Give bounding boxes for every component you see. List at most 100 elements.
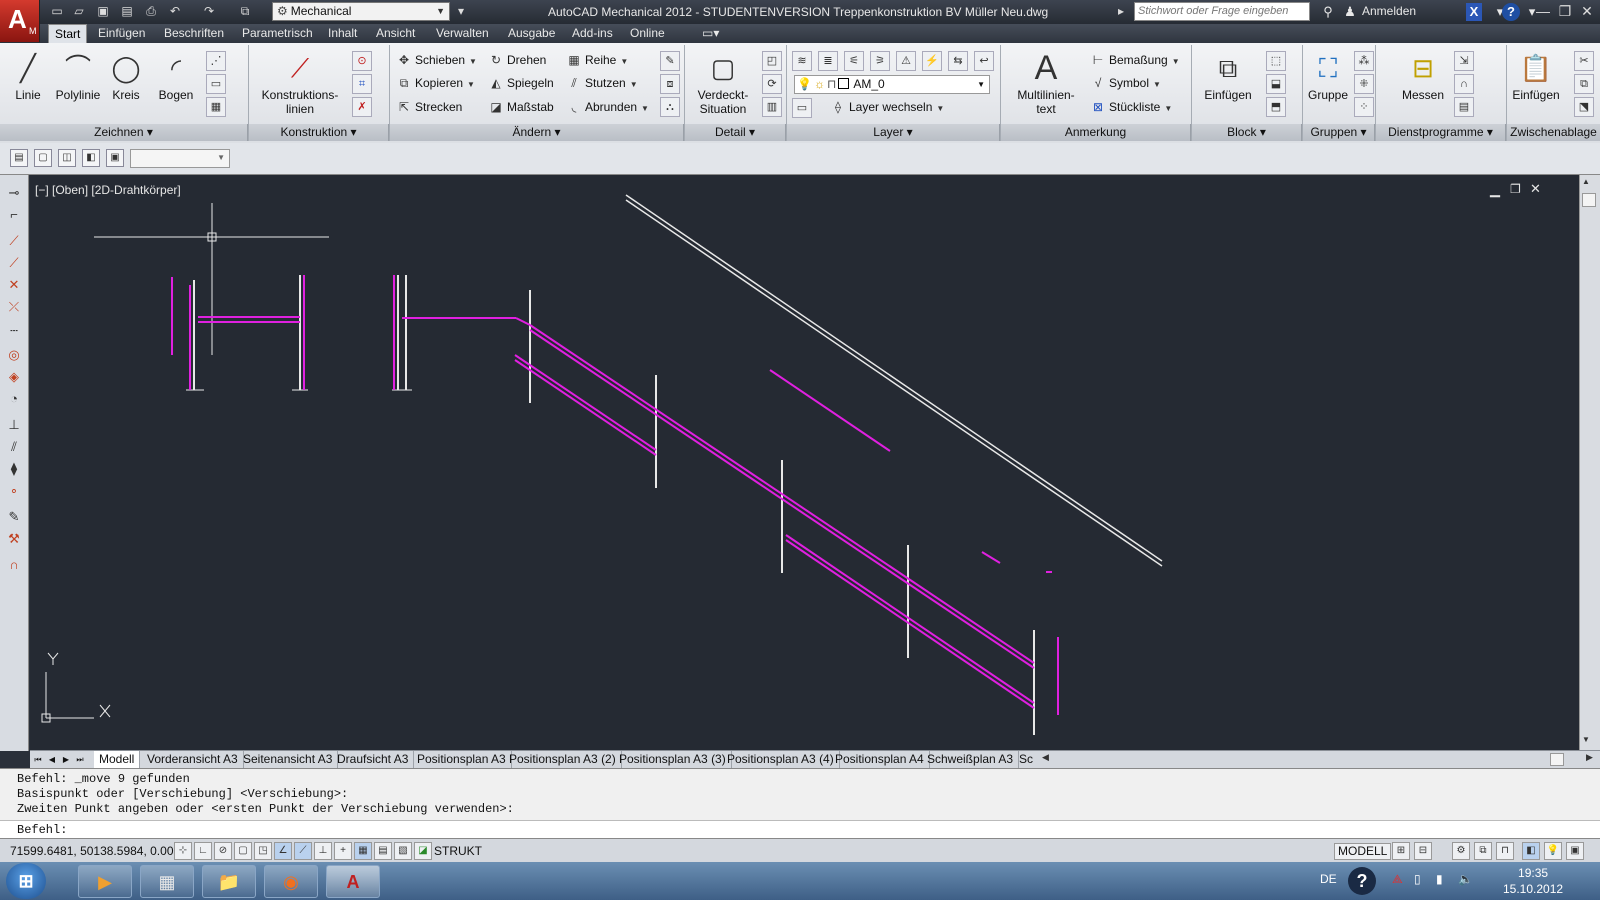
layer-off-icon[interactable]: ⚞ — [870, 51, 890, 71]
coordinate-readout[interactable]: 71599.6481, 50138.5984, 0.0000 — [10, 844, 187, 858]
layer-current-icon[interactable]: ▭ — [792, 98, 812, 118]
quick-access-menu-icon[interactable]: ▾ — [452, 3, 470, 20]
tab-positionsplan-a4[interactable]: Positionsplan A4 — [830, 751, 930, 768]
tab-verwalten[interactable]: Verwalten — [430, 24, 495, 43]
print-icon[interactable]: ⎙ — [142, 3, 160, 20]
layer-wechseln-button[interactable]: ⟠ Layer wechseln ▼ — [830, 97, 944, 117]
layer-state-icon[interactable]: ≣ — [818, 51, 838, 71]
tab-inhalt[interactable]: Inhalt — [322, 24, 363, 43]
language-indicator[interactable]: DE — [1320, 872, 1337, 886]
tab-einfuegen[interactable]: Einfügen — [92, 24, 151, 43]
drehen-button[interactable]: ↻ Drehen — [488, 50, 546, 70]
command-input[interactable]: Befehl: — [0, 820, 1600, 838]
strukt-toggle[interactable]: STRUKT — [434, 844, 482, 858]
ungroup-icon[interactable]: ⁂ — [1354, 51, 1374, 71]
tab-seitenansicht[interactable]: Seitenansicht A3 — [238, 751, 339, 768]
explode-icon[interactable]: ✎ — [660, 51, 680, 71]
model-toggle[interactable]: MODELL — [1334, 843, 1392, 860]
ribbon-options-icon[interactable]: ▭▾ — [696, 24, 725, 43]
tab-positionsplan-a3-4[interactable]: Positionsplan A3 (4) — [722, 751, 840, 768]
panel-block[interactable]: Block ▾ — [1192, 124, 1302, 141]
tab-ausgabe[interactable]: Ausgabe — [502, 24, 561, 43]
search-input[interactable]: Stichwort oder Frage eingeben — [1134, 2, 1310, 21]
bogen-button[interactable]: ◜ Bogen — [152, 50, 200, 102]
save-as-icon[interactable]: ▤ — [118, 3, 136, 20]
infer-constraints-icon[interactable]: ⊹ — [174, 842, 192, 860]
panel-layer[interactable]: Layer ▾ — [787, 124, 1000, 141]
calculator-app-icon[interactable]: ▦ — [140, 865, 194, 898]
tab-positionsplan-a3-2[interactable]: Positionsplan A3 (2) — [504, 751, 622, 768]
polyline-tool-icon[interactable]: ⌐ — [3, 205, 25, 225]
tab-vorderansicht[interactable]: Vorderansicht A3 — [142, 751, 244, 768]
structure-combo[interactable]: ▼ — [130, 149, 230, 168]
workspace-select[interactable]: ⚙ Mechanical ▼ — [272, 2, 450, 21]
redo-icon[interactable]: ↷ — [200, 3, 218, 20]
hscroll-right-icon[interactable]: ▶ — [1586, 752, 1593, 763]
match-properties-icon[interactable]: ⬔ — [1574, 97, 1594, 117]
verdeckt-situation-button[interactable]: ▢ Verdeckt- Situation — [692, 50, 754, 116]
panel-konstruktion[interactable]: Konstruktion ▾ — [249, 124, 389, 141]
viewport-close-icon[interactable]: ✕ — [1530, 181, 1541, 197]
tab-addins[interactable]: Add-ins — [566, 24, 619, 43]
tab-online[interactable]: Online — [624, 24, 671, 43]
viewport-minimize-icon[interactable]: ▁ — [1490, 182, 1500, 198]
magnet-icon[interactable]: ∩ — [1454, 74, 1474, 94]
autocad-task-icon[interactable]: A — [326, 865, 380, 898]
construction-line-icon[interactable]: ⋰ — [206, 51, 226, 71]
panel-dienstprogramme[interactable]: Dienstprogramme ▾ — [1376, 124, 1506, 141]
tab-modell[interactable]: Modell — [94, 751, 141, 768]
layer-select[interactable]: 💡 ☼ ⊓ AM_0 ▼ — [794, 75, 990, 94]
quick-view-layouts-icon[interactable]: ⊞ — [1392, 842, 1410, 860]
detail-refresh-icon[interactable]: ⟳ — [762, 74, 782, 94]
scroll-up-icon[interactable]: ▲ — [1582, 177, 1590, 186]
calculator-icon[interactable]: ▤ — [1454, 97, 1474, 117]
panel-aendern[interactable]: Ändern ▾ — [390, 124, 684, 141]
panel-anmerkung[interactable]: Anmerkung — [1001, 124, 1191, 141]
quick-view-drawings-icon[interactable]: ⊟ — [1414, 842, 1432, 860]
reihe-button[interactable]: ▦ Reihe ▼ — [566, 50, 628, 70]
ortho-icon[interactable]: ▢ — [234, 842, 252, 860]
group-edit-icon[interactable]: ⁜ — [1354, 74, 1374, 94]
lock-icon[interactable]: ⊓ — [1496, 842, 1514, 860]
cut-icon[interactable]: ✂ — [1574, 51, 1594, 71]
viewport-label[interactable]: [−] [Oben] [2D-Drahtkörper] — [35, 183, 181, 197]
detail-view-icon[interactable]: ◰ — [762, 51, 782, 71]
point-tool-icon[interactable]: ∘ — [3, 481, 25, 501]
magnet-tool-icon[interactable]: ∩ — [3, 555, 25, 575]
battery-tray-icon[interactable]: ▯ — [1414, 872, 1421, 886]
clean-screen-icon[interactable]: ▣ — [1566, 842, 1584, 860]
ducs-icon[interactable]: ⊥ — [314, 842, 332, 860]
annotation-scale-icon[interactable]: ⚙ — [1452, 842, 1470, 860]
delete-construction-icon[interactable]: ✗ — [352, 97, 372, 117]
dyn-icon[interactable]: + — [334, 842, 352, 860]
drawing-canvas[interactable] — [30, 175, 1579, 750]
panel-gruppen[interactable]: Gruppen ▾ — [1303, 124, 1375, 141]
hscroll-thumb[interactable] — [1550, 753, 1564, 766]
create-block-icon[interactable]: ⬚ — [1266, 51, 1286, 71]
edit-block-icon[interactable]: ⬓ — [1266, 74, 1286, 94]
structure-mode-icon[interactable]: ◪ — [414, 842, 432, 860]
block-attribute-icon[interactable]: ⬒ — [1266, 97, 1286, 117]
exchange-icon[interactable]: X — [1466, 3, 1482, 21]
clipboard-einfuegen-button[interactable]: 📋 Einfügen — [1508, 50, 1564, 102]
stueckliste-button[interactable]: ⊠ Stückliste ▼ — [1090, 97, 1172, 117]
view-icon[interactable]: ◧ — [82, 149, 100, 167]
messen-button[interactable]: ⊟ Messen — [1396, 50, 1450, 102]
rectangle-icon[interactable]: ▭ — [206, 74, 226, 94]
offset-icon[interactable]: ⧈ — [660, 74, 680, 94]
tab-draufsicht[interactable]: Draufsicht A3 — [332, 751, 415, 768]
layer-iso-icon[interactable]: ⚟ — [844, 51, 864, 71]
hatch-tool-icon[interactable]: ⧫ — [3, 459, 25, 479]
hardware-icon[interactable]: ◧ — [1522, 842, 1540, 860]
tab-start[interactable]: Start — [48, 24, 88, 43]
edit-tool-icon[interactable]: ✎ — [3, 507, 25, 527]
help-icon[interactable]: ? — [1502, 3, 1520, 21]
vertical-scrollbar[interactable]: ▲ ▼ — [1579, 175, 1600, 750]
otrack-icon[interactable]: ⟋ — [294, 842, 312, 860]
dashed-tool-icon[interactable]: ┄ — [3, 321, 25, 341]
network-tray-icon[interactable]: ▮ — [1436, 872, 1443, 886]
abrunden-button[interactable]: ◟ Abrunden ▼ — [566, 97, 649, 117]
grid-icon[interactable]: ⊘ — [214, 842, 232, 860]
snap-icon[interactable]: ⌗ — [352, 74, 372, 94]
plot-icon[interactable]: ⧉ — [236, 3, 254, 20]
